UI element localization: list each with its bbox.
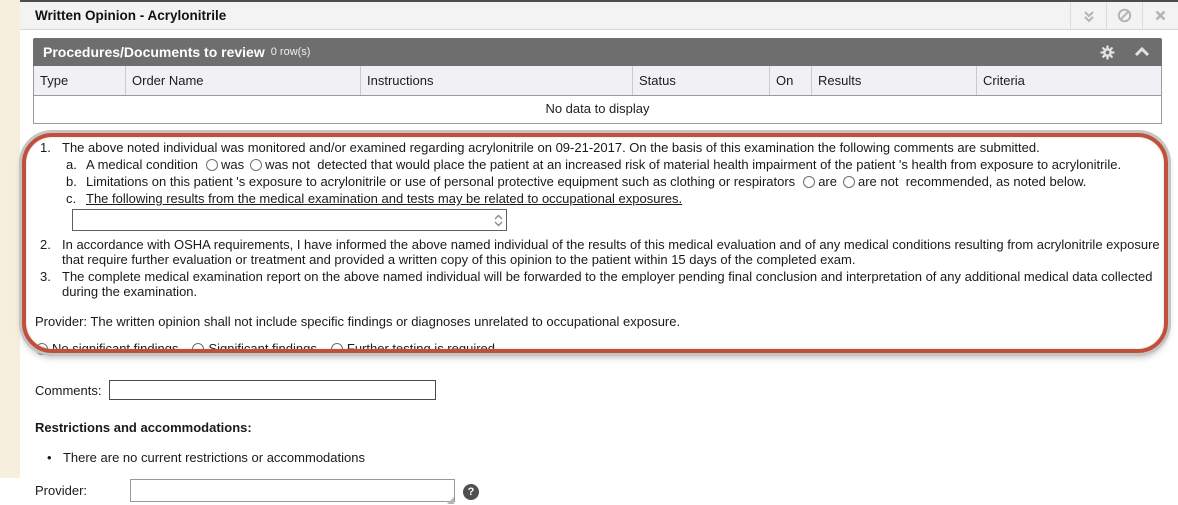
column-header-results: Results bbox=[812, 66, 977, 95]
opinion-item-2: 2. In accordance with OSHA requirements,… bbox=[33, 237, 1162, 267]
procedures-panel-header: Procedures/Documents to review 0 row(s) bbox=[33, 38, 1162, 66]
restrictions-bullet-item: • There are no current restrictions or a… bbox=[47, 450, 1162, 465]
panel-row-count: 0 row(s) bbox=[271, 46, 311, 58]
radio-label-significant-findings[interactable]: Significant findings bbox=[208, 341, 316, 356]
item-number: 3. bbox=[40, 269, 62, 299]
opinion-item-1c: c. The following results from the medica… bbox=[66, 191, 1162, 206]
radio-label-further-testing-required[interactable]: Further testing is required bbox=[347, 341, 495, 356]
provider-field-wrap bbox=[130, 479, 455, 505]
item-1a-post-text: detected that would place the patient at… bbox=[317, 157, 1121, 172]
radio-limitations-are-not[interactable] bbox=[843, 176, 855, 188]
findings-radio-group: No significant findings Significant find… bbox=[36, 341, 1162, 356]
left-margin-strip bbox=[0, 0, 20, 478]
radio-further-testing-required[interactable] bbox=[331, 343, 343, 355]
item-1-text: The above noted individual was monitored… bbox=[62, 140, 1162, 155]
column-header-status: Status bbox=[633, 66, 770, 95]
item-1b-text: Limitations on this patient 's exposure … bbox=[86, 174, 1162, 189]
item-letter: a. bbox=[66, 157, 86, 172]
provider-label: Provider: bbox=[35, 479, 130, 498]
radio-medical-condition-was-not[interactable] bbox=[250, 159, 262, 171]
opinion-item-1a: a. A medical condition was was not detecte… bbox=[66, 157, 1162, 172]
radio-label-are[interactable]: are bbox=[818, 174, 837, 189]
radio-label-no-significant-findings[interactable]: No significant findings bbox=[52, 341, 178, 356]
comments-input[interactable] bbox=[109, 380, 436, 400]
item-1a-pre-text: A medical condition bbox=[86, 157, 198, 172]
spinner-control[interactable] bbox=[492, 212, 504, 228]
written-opinion-body: 1. The above noted individual was monito… bbox=[33, 140, 1162, 505]
panel-title: Procedures/Documents to review bbox=[43, 44, 265, 60]
gear-icon[interactable] bbox=[1099, 44, 1116, 61]
collapse-double-chevron-icon[interactable] bbox=[1070, 2, 1106, 29]
radio-label-was[interactable]: was bbox=[221, 157, 244, 172]
provider-input[interactable] bbox=[130, 479, 455, 502]
column-header-instructions: Instructions bbox=[361, 66, 633, 95]
provider-row: Provider: ? bbox=[35, 479, 1162, 505]
item-3-text: The complete medical examination report … bbox=[62, 269, 1162, 299]
column-header-on: On bbox=[770, 66, 812, 95]
page-title: Written Opinion - Acrylonitrile bbox=[35, 8, 226, 23]
item-letter: b. bbox=[66, 174, 86, 189]
item-letter: c. bbox=[66, 191, 86, 206]
grid-header-row: Type Order Name Instructions Status On R… bbox=[34, 66, 1161, 96]
item-1b-pre-text: Limitations on this patient 's exposure … bbox=[86, 174, 795, 189]
provider-note: Provider: The written opinion shall not … bbox=[35, 314, 1162, 329]
exam-results-field-wrap bbox=[72, 209, 507, 231]
opinion-item-1b: b. Limitations on this patient 's exposu… bbox=[66, 174, 1162, 189]
radio-label-was-not[interactable]: was not bbox=[265, 157, 310, 172]
opinion-item-1: 1. The above noted individual was monito… bbox=[33, 140, 1162, 155]
resize-handle[interactable] bbox=[447, 497, 454, 504]
item-number: 2. bbox=[40, 237, 62, 267]
radio-label-are-not[interactable]: are not bbox=[858, 174, 898, 189]
comments-row: Comments: bbox=[35, 380, 1162, 400]
help-icon[interactable]: ? bbox=[463, 484, 479, 500]
close-icon[interactable] bbox=[1142, 2, 1178, 29]
bullet-glyph: • bbox=[47, 450, 52, 465]
item-1b-post-text: recommended, as noted below. bbox=[906, 174, 1087, 189]
opinion-item-3: 3. The complete medical examination repo… bbox=[33, 269, 1162, 299]
radio-medical-condition-was[interactable] bbox=[206, 159, 218, 171]
chevron-up-icon[interactable] bbox=[1134, 46, 1150, 58]
column-header-criteria: Criteria bbox=[977, 66, 1161, 95]
procedures-grid: Type Order Name Instructions Status On R… bbox=[33, 66, 1162, 124]
procedures-panel: Procedures/Documents to review 0 row(s) bbox=[33, 38, 1162, 124]
column-header-order-name: Order Name bbox=[126, 66, 361, 95]
item-1c-text: The following results from the medical e… bbox=[86, 191, 1162, 206]
column-header-type: Type bbox=[34, 66, 126, 95]
block-icon[interactable] bbox=[1106, 2, 1142, 29]
comments-label: Comments: bbox=[35, 383, 101, 398]
radio-significant-findings[interactable] bbox=[192, 343, 204, 355]
restrictions-heading: Restrictions and accommodations: bbox=[35, 420, 1162, 435]
item-1a-text: A medical condition was was not detected t… bbox=[86, 157, 1162, 172]
empty-table-message: No data to display bbox=[34, 96, 1161, 123]
item-number: 1. bbox=[40, 140, 62, 155]
titlebar-actions bbox=[1070, 2, 1178, 29]
exam-results-input[interactable] bbox=[72, 209, 507, 231]
restrictions-bullet-text: There are no current restrictions or acc… bbox=[63, 450, 365, 465]
window-titlebar: Written Opinion - Acrylonitrile bbox=[20, 2, 1178, 30]
radio-limitations-are[interactable] bbox=[803, 176, 815, 188]
item-2-text: In accordance with OSHA requirements, I … bbox=[62, 237, 1162, 267]
radio-no-significant-findings[interactable] bbox=[36, 343, 48, 355]
